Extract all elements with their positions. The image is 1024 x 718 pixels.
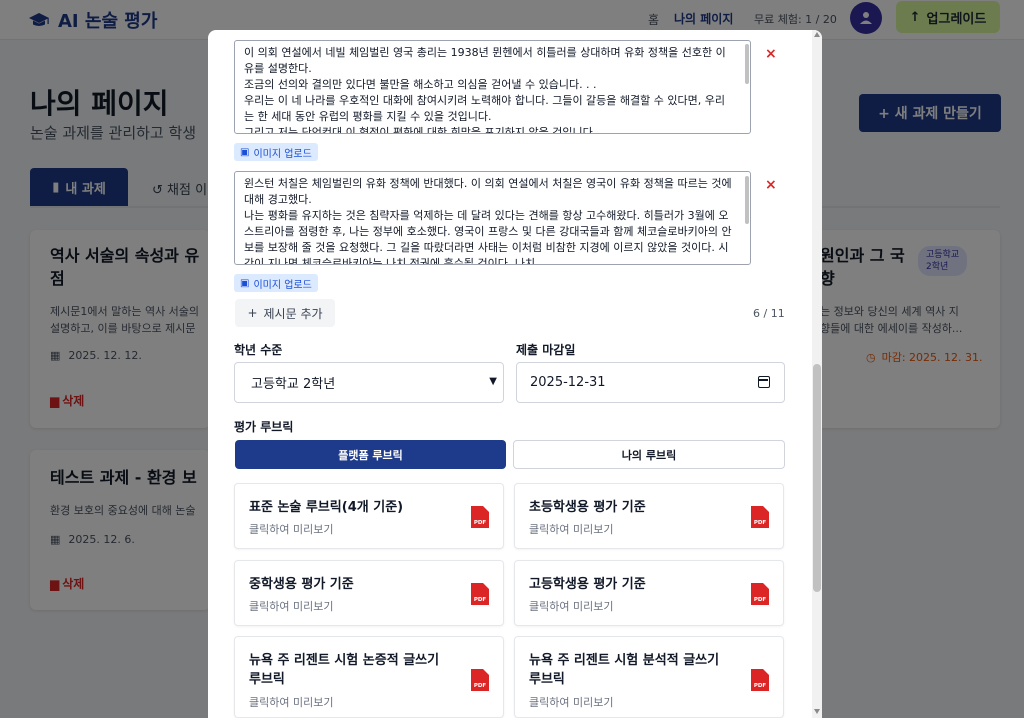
rubric-title: 고등학생용 평가 기준 <box>529 577 646 592</box>
pdf-icon: PDF <box>751 583 769 605</box>
grade-select[interactable]: 고등학교 2학년 ▼ <box>234 362 504 403</box>
pdf-icon-text: PDF <box>474 520 487 526</box>
rubric-preview-hint: 클릭하여 미리보기 <box>249 600 334 613</box>
rubric-card[interactable]: 중학생용 평가 기준 클릭하여 미리보기 PDF <box>234 560 504 626</box>
rubric-card[interactable]: 뉴욕 주 리젠트 시험 분석적 글쓰기 루브릭 클릭하여 미리보기 PDF <box>514 636 784 718</box>
tab-my-rubric[interactable]: 나의 루브릭 <box>513 440 785 469</box>
pdf-icon-text: PDF <box>754 520 767 526</box>
add-passage-button[interactable]: + 제시문 추가 <box>235 299 335 327</box>
chevron-down-icon: ▼ <box>489 376 497 387</box>
rubric-card[interactable]: 뉴욕 주 리젠트 시험 논증적 글쓰기 루브릭 클릭하여 미리보기 PDF <box>234 636 504 718</box>
pdf-icon-text: PDF <box>474 597 487 603</box>
modal-scrollbar[interactable] <box>812 30 822 718</box>
textarea-scrollbar[interactable] <box>745 44 749 84</box>
rubric-title: 뉴욕 주 리젠트 시험 논증적 글쓰기 루브릭 <box>249 653 440 687</box>
calendar-icon[interactable] <box>758 376 770 388</box>
image-upload-label: 이미지 업로드 <box>253 148 312 160</box>
rubric-preview-hint: 클릭하여 미리보기 <box>529 523 614 536</box>
add-passage-label: 제시문 추가 <box>263 306 323 321</box>
image-upload-button[interactable]: ▣ 이미지 업로드 <box>234 143 318 161</box>
new-task-modal: 이 의회 연설에서 네빌 체임벌린 영국 총리는 1938년 뮌헨에서 히틀러를… <box>208 30 822 718</box>
rubric-label: 평가 루브릭 <box>234 420 294 434</box>
image-icon: ▣ <box>240 277 250 289</box>
deadline-input[interactable]: 2025-12-31 <box>516 362 785 403</box>
pdf-icon: PDF <box>471 669 489 691</box>
image-upload-label: 이미지 업로드 <box>253 279 312 291</box>
rubric-card[interactable]: 고등학생용 평가 기준 클릭하여 미리보기 PDF <box>514 560 784 626</box>
rubric-title: 뉴욕 주 리젠트 시험 분석적 글쓰기 루브릭 <box>529 653 720 687</box>
rubric-preview-hint: 클릭하여 미리보기 <box>529 696 614 709</box>
plus-icon: + <box>247 306 258 320</box>
pdf-icon-text: PDF <box>754 683 767 689</box>
pdf-icon: PDF <box>751 506 769 528</box>
rubric-title: 표준 논술 루브릭(4개 기준) <box>249 500 404 515</box>
deadline-label: 제출 마감일 <box>516 343 576 357</box>
remove-passage-button[interactable]: × <box>765 46 777 62</box>
scroll-up-arrow-icon[interactable] <box>814 32 820 37</box>
tab-platform-rubric[interactable]: 플랫폼 루브릭 <box>235 440 506 469</box>
passage-textarea[interactable]: 이 의회 연설에서 네빌 체임벌린 영국 총리는 1938년 뮌헨에서 히틀러를… <box>234 40 751 134</box>
modal-scrollbar-thumb[interactable] <box>813 364 821 592</box>
pdf-icon-text: PDF <box>754 597 767 603</box>
pdf-icon: PDF <box>471 583 489 605</box>
rubric-card[interactable]: 표준 논술 루브릭(4개 기준) 클릭하여 미리보기 PDF <box>234 483 504 549</box>
pdf-icon: PDF <box>751 669 769 691</box>
rubric-preview-hint: 클릭하여 미리보기 <box>249 696 334 709</box>
grade-select-value: 고등학교 2학년 <box>251 377 336 392</box>
pdf-icon: PDF <box>471 506 489 528</box>
image-upload-button[interactable]: ▣ 이미지 업로드 <box>234 274 318 292</box>
textarea-scrollbar[interactable] <box>745 176 749 224</box>
remove-passage-button[interactable]: × <box>765 177 777 193</box>
rubric-title: 중학생용 평가 기준 <box>249 577 354 592</box>
rubric-preview-hint: 클릭하여 미리보기 <box>529 600 614 613</box>
rubric-preview-hint: 클릭하여 미리보기 <box>249 523 334 536</box>
passage-textarea[interactable]: 윈스턴 처칠은 체임벌린의 유화 정책에 반대했다. 이 의회 연설에서 처칠은… <box>234 171 751 265</box>
deadline-input-value: 2025-12-31 <box>530 375 606 390</box>
rubric-title: 초등학생용 평가 기준 <box>529 500 646 515</box>
grade-label: 학년 수준 <box>234 343 283 357</box>
passage-count: 6 / 11 <box>753 307 785 320</box>
rubric-card[interactable]: 초등학생용 평가 기준 클릭하여 미리보기 PDF <box>514 483 784 549</box>
scroll-down-arrow-icon[interactable] <box>814 709 820 714</box>
image-icon: ▣ <box>240 146 250 158</box>
pdf-icon-text: PDF <box>474 683 487 689</box>
